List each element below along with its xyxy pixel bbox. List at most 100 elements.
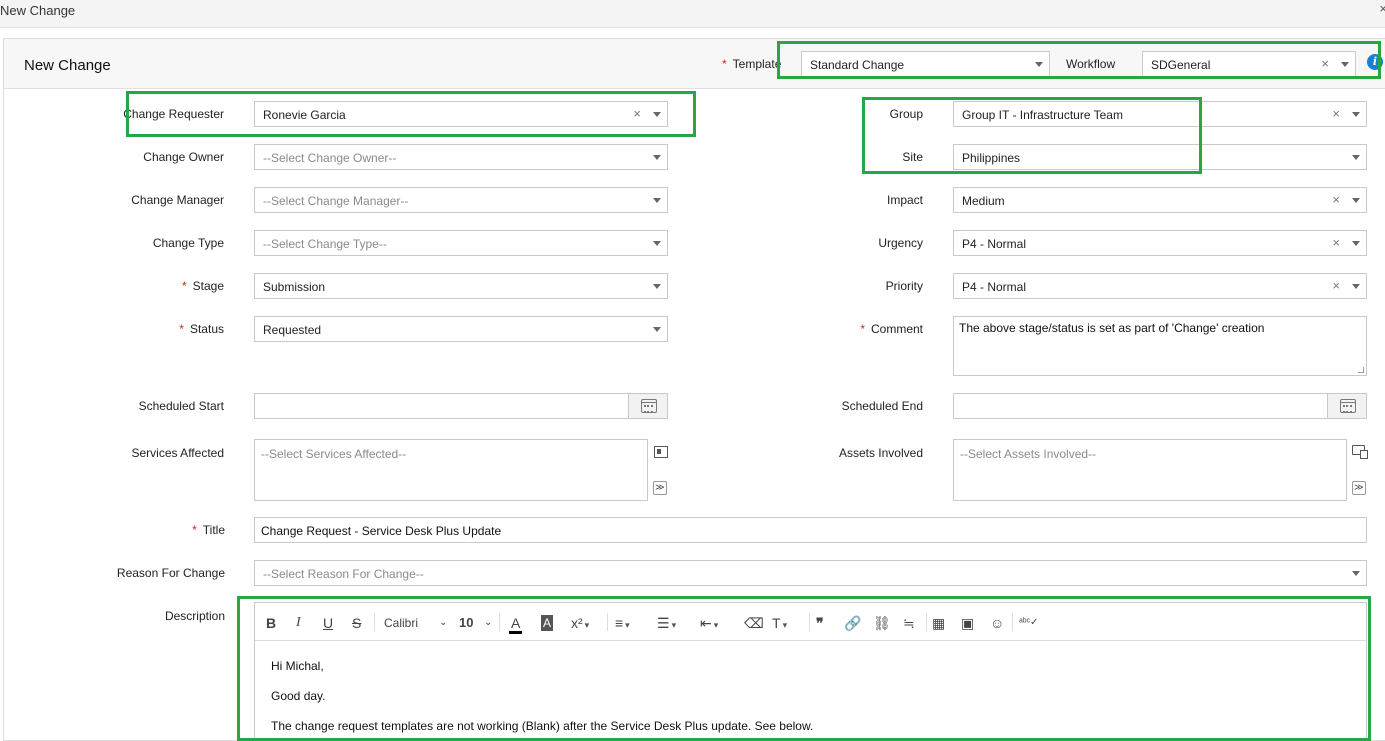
editor-toolbar: B I U S Calibri ⌄ 10 ⌄ A A x² ▾ ≡ ▾ ☰ ▾ ⇤ ▾ …	[255, 603, 1366, 641]
scheduled-start-label: Scheduled Start	[138, 399, 224, 413]
status-label: * Status	[179, 322, 224, 336]
chevron-down-icon	[653, 327, 661, 332]
quote-icon[interactable]: ❞	[816, 615, 824, 631]
chevron-down-icon	[653, 112, 661, 117]
urgency-label: Urgency	[878, 236, 923, 250]
group-select[interactable]: Group IT - Infrastructure Team ×	[953, 101, 1367, 127]
text-format-icon[interactable]: T ▾	[772, 615, 787, 633]
urgency-select[interactable]: P4 - Normal ×	[953, 230, 1367, 256]
calendar-button[interactable]	[1327, 394, 1366, 418]
stage-select[interactable]: Submission	[254, 273, 668, 299]
services-picker-icon[interactable]	[654, 446, 668, 458]
assets-picker-icon[interactable]	[1352, 445, 1368, 459]
clear-icon[interactable]: ×	[633, 106, 641, 121]
strikethrough-icon[interactable]: S	[352, 615, 361, 631]
clear-icon[interactable]: ×	[1332, 235, 1340, 250]
chevron-down-icon	[1341, 62, 1349, 67]
editor-line: The change request templates are not wor…	[271, 719, 814, 733]
window-title-bar: New Change ×	[0, 0, 1385, 28]
superscript-icon[interactable]: x² ▾	[571, 615, 589, 633]
unlink-icon[interactable]: ⛓	[873, 615, 891, 631]
close-icon[interactable]: ×	[1379, 1, 1385, 16]
chevron-down-icon	[1352, 155, 1360, 160]
clear-icon[interactable]: ×	[1332, 106, 1340, 121]
form-title: New Change	[24, 57, 111, 74]
image-icon[interactable]: ▣	[961, 615, 974, 631]
resize-handle[interactable]	[1358, 367, 1364, 373]
chevron-down-icon[interactable]: ⌄	[439, 615, 447, 631]
expand-icon[interactable]: ≫	[1352, 481, 1366, 495]
site-label: Site	[902, 150, 923, 164]
chevron-down-icon	[1352, 241, 1360, 246]
list-icon[interactable]: ☰ ▾	[657, 615, 676, 633]
template-label: * Template	[722, 57, 782, 71]
site-select[interactable]: Philippines	[953, 144, 1367, 170]
stage-label: * Stage	[181, 279, 224, 293]
chevron-down-icon	[653, 155, 661, 160]
emoji-icon[interactable]: ☺	[990, 615, 1004, 631]
description-label: Description	[164, 609, 225, 623]
scheduled-end-input[interactable]	[953, 393, 1367, 419]
change-requester-label: Change Requester	[123, 107, 224, 121]
reason-for-change-label: Reason For Change	[116, 566, 225, 580]
special-format-icon[interactable]: ≒	[903, 615, 915, 631]
change-owner-label: Change Owner	[143, 150, 224, 164]
info-icon[interactable]: i	[1367, 54, 1383, 70]
eraser-icon[interactable]: ⌫	[744, 615, 764, 631]
change-manager-label: Change Manager	[131, 193, 224, 207]
chevron-down-icon	[1352, 198, 1360, 203]
chevron-down-icon	[653, 284, 661, 289]
chevron-down-icon	[653, 241, 661, 246]
underline-icon[interactable]: U	[323, 615, 333, 631]
services-affected-field[interactable]: --Select Services Affected--	[254, 439, 648, 501]
status-select[interactable]: Requested	[254, 316, 668, 342]
impact-select[interactable]: Medium ×	[953, 187, 1367, 213]
calendar-button[interactable]	[628, 394, 667, 418]
change-manager-select[interactable]: --Select Change Manager--	[254, 187, 668, 213]
chevron-down-icon[interactable]: ⌄	[484, 615, 492, 631]
reason-for-change-select[interactable]: --Select Reason For Change--	[254, 560, 1367, 586]
impact-label: Impact	[886, 193, 923, 207]
description-editor[interactable]: B I U S Calibri ⌄ 10 ⌄ A A x² ▾ ≡ ▾ ☰ ▾ ⇤ ▾ …	[254, 602, 1367, 741]
comment-label: * Comment	[860, 322, 923, 336]
font-size-select[interactable]: 10	[459, 615, 473, 631]
clear-icon[interactable]: ×	[1332, 278, 1340, 293]
change-requester-select[interactable]: Ronevie Garcia ×	[254, 101, 668, 127]
table-icon[interactable]: ▦	[932, 615, 945, 631]
title-input[interactable]: Change Request - Service Desk Plus Updat…	[254, 517, 1367, 543]
group-label: Group	[889, 107, 923, 121]
clear-icon[interactable]: ×	[1332, 192, 1340, 207]
assets-involved-label: Assets Involved	[838, 446, 923, 460]
expand-icon[interactable]: ≫	[653, 481, 667, 495]
editor-line: Hi Michal,	[271, 659, 324, 673]
chevron-down-icon	[1352, 112, 1360, 117]
highlight-color-icon[interactable]: A	[541, 615, 554, 631]
calendar-icon	[1340, 399, 1356, 413]
workflow-select[interactable]: SDGeneral ×	[1142, 51, 1356, 77]
chevron-down-icon	[1035, 62, 1043, 67]
italic-icon[interactable]: I	[296, 615, 301, 631]
chevron-down-icon	[1352, 284, 1360, 289]
clear-icon[interactable]: ×	[1321, 56, 1329, 71]
scheduled-start-input[interactable]	[254, 393, 668, 419]
assets-involved-field[interactable]: --Select Assets Involved--	[953, 439, 1347, 501]
chevron-down-icon	[1352, 571, 1360, 576]
indent-icon[interactable]: ⇤ ▾	[700, 615, 718, 633]
font-color-icon[interactable]: A	[509, 615, 523, 634]
align-icon[interactable]: ≡ ▾	[615, 615, 630, 633]
spellcheck-icon[interactable]: ᵃᵇᶜ✓	[1019, 615, 1038, 631]
link-icon[interactable]: 🔗	[844, 615, 861, 631]
priority-select[interactable]: P4 - Normal ×	[953, 273, 1367, 299]
chevron-down-icon	[653, 198, 661, 203]
comment-textarea[interactable]: The above stage/status is set as part of…	[953, 316, 1367, 376]
change-owner-select[interactable]: --Select Change Owner--	[254, 144, 668, 170]
change-type-select[interactable]: --Select Change Type--	[254, 230, 668, 256]
template-select[interactable]: Standard Change	[801, 51, 1050, 77]
bold-icon[interactable]: B	[266, 615, 276, 631]
priority-label: Priority	[885, 279, 923, 293]
font-family-select[interactable]: Calibri	[384, 615, 418, 631]
calendar-icon	[641, 399, 657, 413]
change-type-label: Change Type	[152, 236, 224, 250]
scheduled-end-label: Scheduled End	[841, 399, 923, 413]
window-title: New Change	[0, 3, 76, 18]
